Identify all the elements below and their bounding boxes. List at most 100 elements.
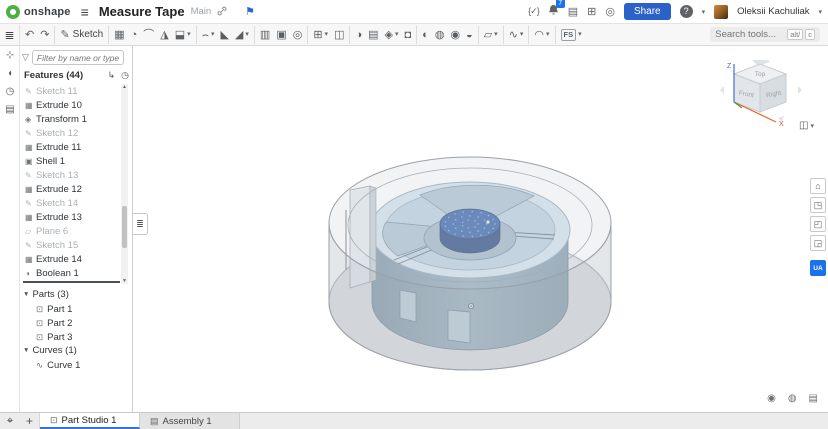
help-icon[interactable]: ? [680,5,693,18]
toolbar-button-plane[interactable]: ▱▾ [481,26,501,44]
toolbar-button-sketch[interactable]: ✎Sketch [57,26,106,44]
toolbar-button-featurescript[interactable]: FS▾ [558,26,585,44]
part-icon: ⊡ [36,304,43,315]
configurations-icon[interactable]: ⊹ [0,46,20,64]
toolbar-button-undo[interactable]: ↶ [22,26,37,44]
notes-icon[interactable]: ▤ [0,100,20,118]
toolbar-button-delete-face[interactable]: ◍ [432,26,448,44]
part-item[interactable]: ⊡Part 3 [36,331,72,344]
comments-icon[interactable]: ◖ [0,64,20,82]
feature-item[interactable]: ✎Sketch 13 [20,168,120,182]
toolbar-button-fillet[interactable]: ⌢▾ [199,26,218,44]
workspace-name[interactable]: Main [191,6,212,17]
panel-flyout-toggle[interactable]: ≣ [133,213,148,235]
curve-icon: ∿ [36,360,43,371]
toolbar-button-delete-part[interactable]: ◘ [402,26,415,44]
curves-section-header[interactable]: ▼ Curves (1) [23,345,77,356]
toolbar-button-rib[interactable]: ▥ [257,26,273,44]
toolbar-button-thicken[interactable]: ⬓▾ [172,26,194,44]
app-store-icon[interactable]: ◎ [605,5,615,18]
app-header: onshape ≡ Measure Tape Main ⚑ {✓} 7 ▤ ⊞ … [0,0,828,24]
scroll-down-icon[interactable]: ▼ [121,278,128,284]
search-tools-input[interactable] [715,29,785,40]
section-view-icon[interactable]: ◳ [810,197,826,213]
graphics-viewport[interactable]: Top Front Right Z X ◫ ▾ ⌂ ◳ ◰ ◲ UA [134,46,828,412]
curve-item[interactable]: ∿Curve 1 [36,359,80,372]
translate-extension-icon[interactable]: UA [810,260,826,276]
share-button[interactable]: Share [624,3,671,20]
toolbar-button-transform[interactable]: ◈▾ [382,26,402,44]
toolbar-button-boolean[interactable]: ◑ [352,26,365,44]
toolbar-button-move-face[interactable]: ◐ [419,26,432,44]
follow-flag-icon[interactable]: ⚑ [245,5,255,18]
feature-history-icon[interactable]: ◷ [121,70,129,81]
feature-item[interactable]: ▣Shell 1 [20,154,120,168]
insert-folder-icon[interactable]: ↳ [108,70,116,81]
toolbar-button-shell[interactable]: ▣ [273,26,289,44]
feature-item[interactable]: ▦Extrude 12 [20,182,120,196]
clipboard-icon[interactable]: ▤ [568,5,578,18]
feature-item[interactable]: ▱Plane 6 [20,224,120,238]
toolbar-button-replace-face[interactable]: ◉ [447,26,463,44]
toolbar-button-split[interactable]: ▤ [365,26,381,44]
hamburger-menu-icon[interactable]: ≡ [81,4,89,20]
view-cube[interactable]: Top Front Right Z X [718,56,802,145]
tab-part-studio-1[interactable]: ⊡Part Studio 1 [40,413,140,429]
feature-item[interactable]: ✎Sketch 15 [20,238,120,252]
part-item[interactable]: ⊡Part 2 [36,317,72,330]
scroll-up-icon[interactable]: ▲ [121,84,128,90]
add-tab-button[interactable]: + [20,413,40,429]
print-3d-icon[interactable]: ◰ [810,216,826,232]
parts-section-header[interactable]: ▼ Parts (3) [23,289,69,300]
camera-icon[interactable]: ◍ [788,393,797,404]
toolbar-button-chamfer[interactable]: ◣ [217,26,231,44]
home-view-icon[interactable]: ⌂ [810,178,826,194]
toolbar-button-redo[interactable]: ↷ [37,26,52,44]
toolbar-button-sweep[interactable]: ⌒ [140,26,157,44]
feature-item[interactable]: ▦Extrude 10 [20,98,120,112]
feature-item[interactable]: ✎Sketch 14 [20,196,120,210]
feature-item[interactable]: ▦Extrude 13 [20,210,120,224]
feature-list-toggle-icon[interactable]: ≣ [0,25,20,45]
capture-icon[interactable]: ◲ [810,235,826,251]
history-icon[interactable]: ◷ [0,82,20,100]
tab-assembly-1[interactable]: ▤Assembly 1 [140,413,240,429]
user-menu-caret-icon[interactable]: ▾ [818,8,822,16]
apps-grid-icon[interactable]: ⊞ [587,5,596,18]
filter-funnel-icon[interactable]: ▽ [22,52,29,63]
toolbar-button-offset-surface[interactable]: ◒ [463,26,476,44]
feature-item[interactable]: ✎Sketch 12 [20,126,120,140]
toolbar-button-extrude[interactable]: ▦ [111,26,127,44]
toolbar-button-revolve[interactable]: ◔ [128,26,141,44]
toolbar-button-mirror[interactable]: ◫ [331,26,347,44]
tab-manager-icon[interactable]: ⌖ [0,413,20,429]
scrollbar-thumb[interactable] [122,206,127,248]
onshape-logo[interactable]: onshape [6,5,71,19]
display-mode-button[interactable]: ◫ ▾ [799,120,814,131]
user-avatar[interactable] [714,5,728,19]
featurescript-variables-icon[interactable]: {✓} [528,6,539,17]
chevron-down-icon: ▾ [810,122,814,130]
feature-item[interactable]: ◑Boolean 1 [20,266,120,280]
mouse-icon[interactable]: ◉ [767,393,776,404]
printer-icon[interactable]: ▤ [809,393,818,404]
part-item[interactable]: ⊡Part 1 [36,303,72,316]
search-tools-box[interactable]: alt/ c [710,27,820,42]
toolbar-button-loft[interactable]: ◮ [157,26,171,44]
toolbar-button-hole[interactable]: ◎ [290,26,306,44]
feature-filter-input[interactable] [32,50,124,65]
feature-list-scrollbar[interactable]: ▲ ▼ [121,84,128,284]
rollback-bar[interactable] [23,281,120,283]
toolbar-button-curve[interactable]: ∿▾ [506,26,527,44]
feature-item[interactable]: ◈Transform 1 [20,112,120,126]
feature-item[interactable]: ▦Extrude 14 [20,252,120,266]
feature-item[interactable]: ✎Sketch 11 [20,84,120,98]
help-caret-icon[interactable]: ▾ [702,8,706,16]
toolbar-button-surface[interactable]: ◠▾ [531,26,552,44]
link-icon[interactable] [217,3,227,21]
feature-item[interactable]: ▦Extrude 11 [20,140,120,154]
toolbar-button-draft[interactable]: ◢▾ [232,26,252,44]
notifications-bell-icon[interactable]: 7 [548,4,559,19]
toolbar-button-linear-pattern[interactable]: ⊞▾ [310,26,331,44]
tape-measure-model[interactable] [320,150,620,385]
